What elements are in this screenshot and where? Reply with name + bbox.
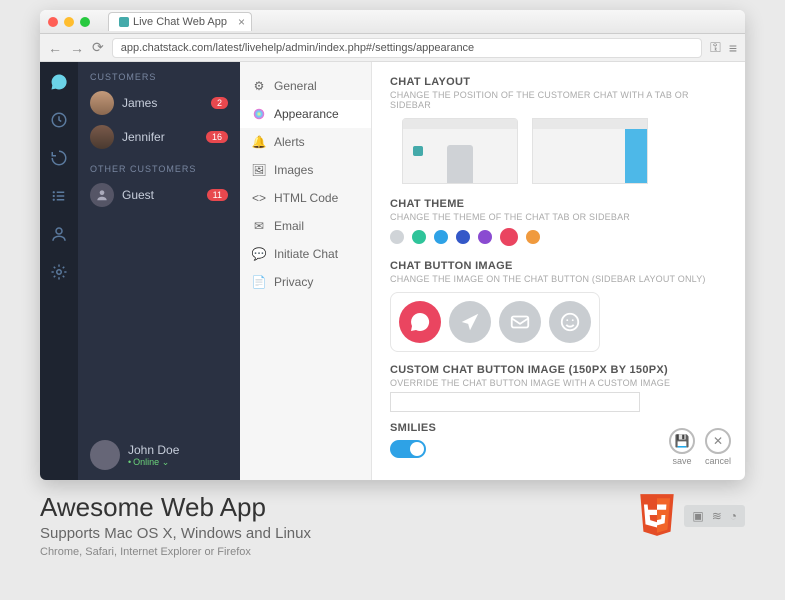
tech-badges: ▣ ≋ ◔ [684, 505, 745, 527]
custom-image-title: CUSTOM CHAT BUTTON IMAGE (150PX BY 150PX… [390, 364, 727, 376]
history-icon[interactable] [49, 148, 69, 168]
settings-nav-email[interactable]: ✉Email [240, 212, 371, 240]
theme-color-dot[interactable] [456, 230, 470, 244]
theme-color-strip [390, 230, 727, 246]
customers-heading: CUSTOMERS [78, 62, 240, 86]
browser-window: Live Chat Web App × ← → ⟳ app.chatstack.… [40, 10, 745, 480]
custom-image-sub: OVERRIDE THE CHAT BUTTON IMAGE WITH A CU… [390, 378, 727, 388]
unread-badge: 16 [206, 131, 228, 143]
chevron-down-icon: ⌄ [162, 457, 170, 467]
avatar [90, 91, 114, 115]
speech-icon: 💬 [252, 247, 266, 261]
chat-button-sub: CHANGE THE IMAGE ON THE CHAT BUTTON (SID… [390, 274, 727, 284]
settings-nav-general[interactable]: ⚙General [240, 72, 371, 100]
chat-button-options [390, 292, 600, 352]
url-bar: ← → ⟳ app.chatstack.com/latest/livehelp/… [40, 34, 745, 62]
button-image-mail[interactable] [499, 301, 541, 343]
customer-item[interactable]: Jennifer 16 [78, 120, 240, 154]
palette-icon [252, 107, 266, 121]
close-icon: ✕ [705, 428, 731, 454]
lock-icon: 📄 [252, 275, 266, 289]
customer-item[interactable]: Guest 11 [78, 178, 240, 212]
customer-name: Jennifer [122, 130, 165, 144]
window-minimize-icon[interactable] [64, 17, 74, 27]
customer-item[interactable]: James 2 [78, 86, 240, 120]
icon-rail [40, 62, 78, 480]
html5-icon [636, 492, 678, 540]
window-titlebar: Live Chat Web App × [40, 10, 745, 34]
back-icon[interactable]: ← [48, 40, 62, 56]
tab-title: Live Chat Web App [133, 16, 227, 28]
chat-theme-title: CHAT THEME [390, 198, 727, 210]
save-button[interactable]: 💾save [669, 428, 695, 466]
css3-icon: ▣ [692, 509, 703, 523]
customer-name: James [122, 96, 157, 110]
window-close-icon[interactable] [48, 17, 58, 27]
other-customers-heading: OTHER CUSTOMERS [78, 154, 240, 178]
promo-sub1: Supports Mac OS X, Windows and Linux [40, 525, 311, 542]
save-icon: 💾 [669, 428, 695, 454]
settings-nav-alerts[interactable]: 🔔Alerts [240, 128, 371, 156]
avatar [90, 440, 120, 470]
user-status: Online ⌄ [128, 457, 179, 468]
user-name: John Doe [128, 443, 179, 457]
unread-badge: 2 [211, 97, 228, 109]
layout-option-sidebar[interactable] [532, 118, 648, 184]
menu-icon[interactable]: ≡ [729, 40, 737, 56]
customer-name: Guest [122, 188, 154, 202]
theme-color-dot[interactable] [434, 230, 448, 244]
user-icon[interactable] [49, 224, 69, 244]
chat-icon[interactable] [49, 72, 69, 92]
chat-button-title: CHAT BUTTON IMAGE [390, 260, 727, 272]
settings-nav-appearance[interactable]: Appearance [240, 100, 371, 128]
browser-tab[interactable]: Live Chat Web App × [108, 12, 252, 31]
address-input[interactable]: app.chatstack.com/latest/livehelp/admin/… [112, 38, 702, 58]
avatar [90, 183, 114, 207]
promo-sub2: Chrome, Safari, Internet Explorer or Fir… [40, 546, 311, 558]
settings-nav-html[interactable]: <>HTML Code [240, 184, 371, 212]
theme-color-dot[interactable] [478, 230, 492, 244]
general-icon: ⚙ [252, 79, 266, 93]
window-zoom-icon[interactable] [80, 17, 90, 27]
forward-icon[interactable]: → [70, 40, 84, 56]
theme-color-dot[interactable] [390, 230, 404, 244]
settings-nav-initiate[interactable]: 💬Initiate Chat [240, 240, 371, 268]
offline-icon: ◔ [730, 509, 737, 523]
settings-content: CHAT LAYOUT CHANGE THE POSITION OF THE C… [372, 62, 745, 480]
promo-headline: Awesome Web App [40, 492, 311, 523]
unread-badge: 11 [207, 189, 228, 201]
mail-icon: ✉ [252, 219, 266, 233]
app-body: CUSTOMERS James 2 Jennifer 16 OTHER CUST… [40, 62, 745, 480]
custom-image-input[interactable] [390, 392, 640, 412]
settings-nav-privacy[interactable]: 📄Privacy [240, 268, 371, 296]
avatar [90, 125, 114, 149]
button-image-chat[interactable] [399, 301, 441, 343]
settings-nav-images[interactable]: 🖼Images [240, 156, 371, 184]
chat-layout-sub: CHANGE THE POSITION OF THE CUSTOMER CHAT… [390, 90, 727, 110]
clock-icon[interactable] [49, 110, 69, 130]
customer-sidebar: CUSTOMERS James 2 Jennifer 16 OTHER CUST… [78, 62, 240, 480]
promo-footer: Awesome Web App Supports Mac OS X, Windo… [0, 480, 785, 558]
tab-close-icon[interactable]: × [238, 15, 245, 29]
settings-nav: ⚙General Appearance 🔔Alerts 🖼Images <>HT… [240, 62, 372, 480]
reload-icon[interactable]: ⟳ [92, 39, 104, 56]
button-image-send[interactable] [449, 301, 491, 343]
stack-icon: ≋ [712, 509, 722, 523]
gear-icon[interactable] [49, 262, 69, 282]
layout-option-tab[interactable] [402, 118, 518, 184]
theme-color-dot[interactable] [526, 230, 540, 244]
chat-theme-sub: CHANGE THE THEME OF THE CHAT TAB OR SIDE… [390, 212, 727, 222]
key-icon[interactable]: ⚿ [710, 39, 721, 56]
theme-color-dot[interactable] [412, 230, 426, 244]
button-image-smile[interactable] [549, 301, 591, 343]
image-icon: 🖼 [252, 163, 266, 177]
cancel-button[interactable]: ✕cancel [705, 428, 731, 466]
code-icon: <> [252, 191, 266, 205]
smilies-toggle[interactable] [390, 440, 426, 458]
current-user[interactable]: John Doe Online ⌄ [78, 430, 240, 480]
list-icon[interactable] [49, 186, 69, 206]
theme-color-dot[interactable] [500, 228, 518, 246]
chat-layout-title: CHAT LAYOUT [390, 76, 727, 88]
bell-icon: 🔔 [252, 135, 266, 149]
